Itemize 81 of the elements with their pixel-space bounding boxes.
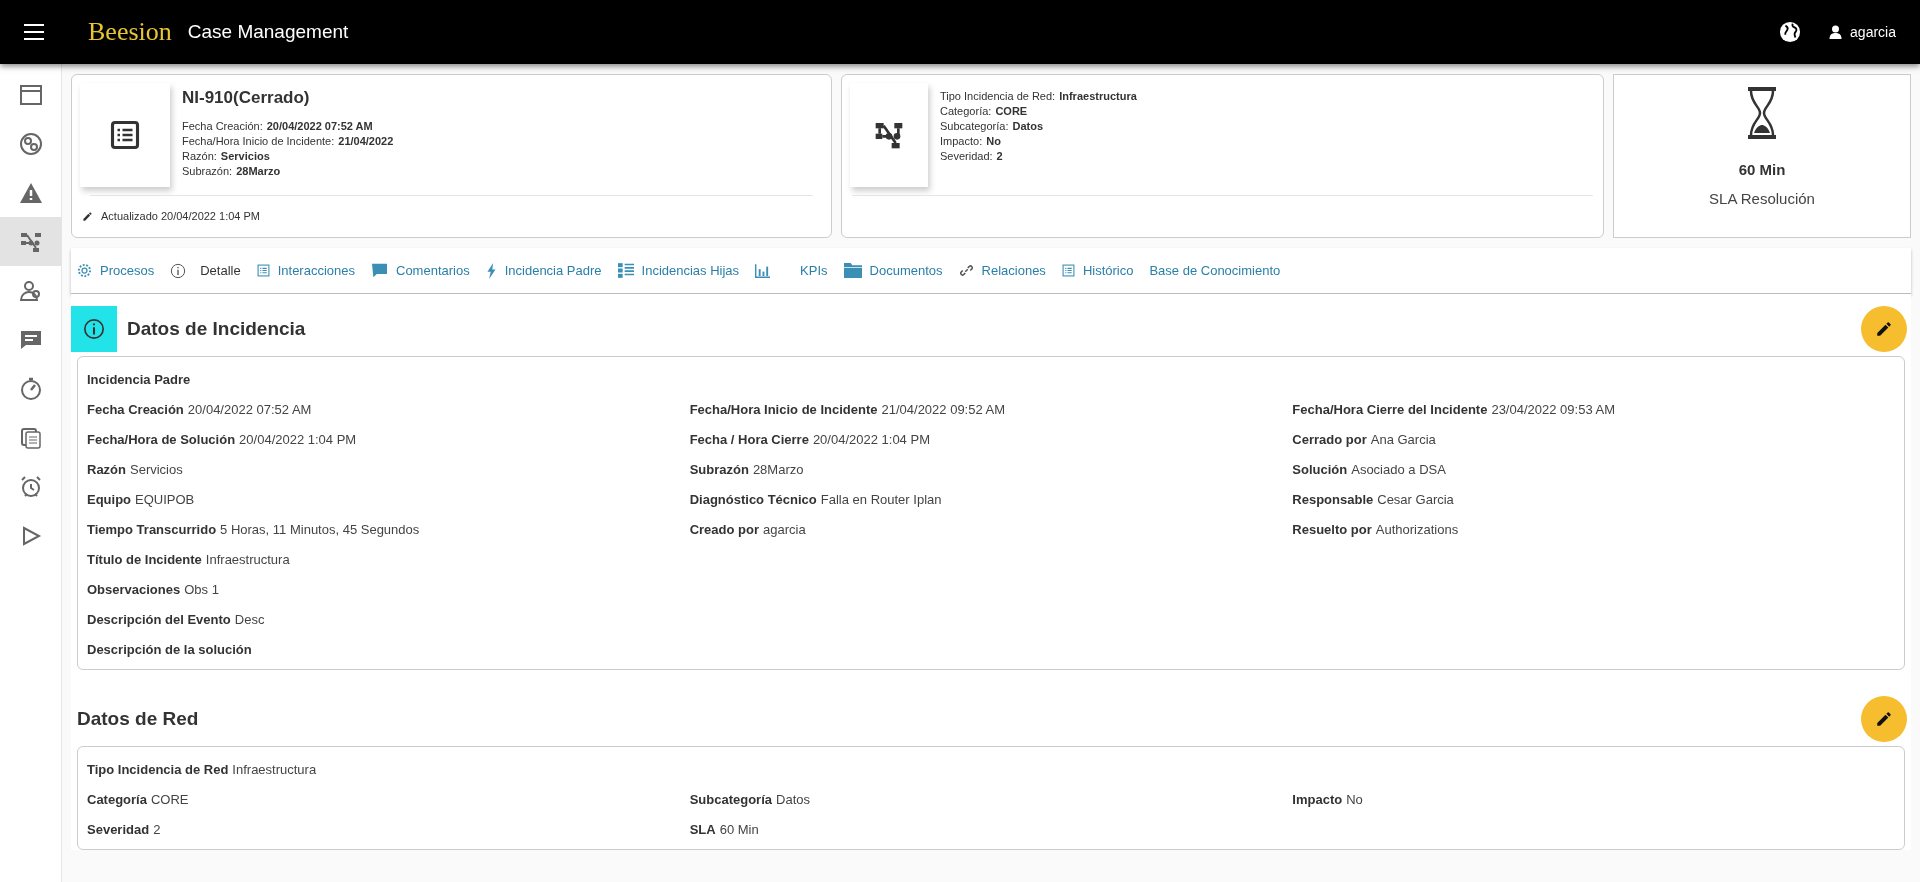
network-field: Impacto: No (940, 134, 1137, 149)
user-icon (1829, 25, 1843, 39)
field: Descripción de la solución (87, 640, 690, 660)
tab[interactable]: Incidencia Padre (504, 260, 602, 281)
tab[interactable]: Incidencias Hijas (641, 260, 740, 281)
pencil-icon (1875, 710, 1893, 728)
timer-icon[interactable] (18, 376, 43, 401)
menu-icon[interactable] (24, 24, 44, 40)
field: Fecha/Hora Inicio de Incidente 21/04/2022 09:52 AM (689, 400, 1293, 420)
field: Creado por agarcia (689, 520, 1293, 540)
field: Solución Asociado a DSA (1292, 460, 1895, 480)
field: Resuelto por Authorizations (1292, 520, 1895, 540)
sla-label: SLA Resolución (1709, 188, 1815, 209)
info-icon (170, 262, 187, 279)
bolt-icon (485, 262, 497, 279)
section-title: Datos de Incidencia (127, 316, 306, 341)
tab[interactable]: Base de Conocimiento (1149, 260, 1281, 281)
pencil-icon (82, 210, 93, 222)
field: Subrazón 28Marzo (689, 460, 1293, 480)
tab[interactable]: Relaciones (981, 260, 1046, 281)
comment-icon (371, 263, 388, 278)
globe-icon[interactable] (1779, 21, 1802, 43)
app-title: Case Management (187, 19, 349, 44)
field: Impacto No (1292, 790, 1895, 810)
edit-button[interactable] (1861, 696, 1907, 742)
gear-icon (77, 263, 92, 278)
tab[interactable]: KPIs (800, 260, 828, 281)
tab[interactable]: Procesos (100, 260, 155, 281)
edit-button[interactable] (1861, 306, 1907, 352)
case-title: NI-910(Cerrado) (182, 87, 311, 109)
sidebar-item[interactable] (0, 217, 61, 266)
field: Título de Incidente Infraestructura (87, 550, 690, 570)
field: SLA 60 Min (689, 820, 1293, 840)
field: Subcategoría Datos (689, 790, 1293, 810)
info-icon (83, 318, 105, 340)
field: Tiempo Transcurrido 5 Horas, 11 Minutos, 45 Segundos (87, 520, 690, 540)
tab[interactable]: Histórico (1082, 260, 1134, 281)
field: Observaciones Obs 1 (87, 580, 690, 600)
pencil-icon (1875, 320, 1893, 338)
field: Responsable Cesar Garcia (1292, 490, 1895, 510)
field: Cerrado por Ana Garcia (1292, 430, 1895, 450)
link-icon (958, 263, 974, 278)
field: Fecha Creación 20/04/2022 07:52 AM (87, 400, 690, 420)
field: Fecha/Hora de Solución 20/04/2022 1:04 PM (87, 430, 690, 450)
section-title: Datos de Red (77, 706, 199, 731)
tab[interactable]: Detalle (200, 260, 241, 281)
hourglass-icon (1748, 87, 1776, 139)
field: Tipo Incidencia de Red Infraestructura (87, 760, 690, 780)
copy-icon[interactable] (18, 425, 43, 450)
tab[interactable]: Interacciones (277, 260, 355, 281)
field: Diagnóstico Técnico Falla en Router Iplan (689, 490, 1293, 510)
case-field: Razón: Servicios (182, 148, 394, 164)
field: Severidad 2 (87, 820, 690, 840)
case-field: Subrazón: 28Marzo (182, 163, 394, 179)
network-field: Tipo Incidencia de Red: Infraestructura (940, 89, 1137, 104)
sla-value: 60 Min (1738, 160, 1786, 180)
field: Incidencia Padre (87, 370, 690, 390)
case-field: Fecha/Hora Inicio de Incidente: 21/04/2022 (182, 133, 394, 149)
field: Categoría CORE (87, 790, 690, 810)
folder-icon (843, 263, 862, 278)
users-icon[interactable] (18, 278, 43, 303)
tab[interactable]: Comentarios (396, 260, 470, 281)
field: Fecha / Hora Cierre 20/04/2022 1:04 PM (689, 430, 1293, 450)
field: Descripción del Evento Desc (87, 610, 690, 630)
username[interactable]: agarcia (1850, 21, 1896, 43)
field: Fecha/Hora Cierre del Incidente 23/04/2022 09:53 AM (1292, 400, 1895, 420)
list-tree-icon (617, 263, 634, 278)
list-icon (110, 120, 140, 150)
list-icon (256, 264, 270, 277)
case-field: Fecha Creación: 20/04/2022 07:52 AM (182, 118, 394, 134)
field: Equipo EQUIPOB (87, 490, 690, 510)
tab[interactable]: Documentos (869, 260, 943, 281)
network-field: Categoría: CORE (940, 104, 1137, 119)
logo: Beesion (88, 19, 172, 45)
updated-timestamp: Actualizado 20/04/2022 1:04 PM (101, 209, 260, 224)
network-field: Severidad: 2 (940, 149, 1137, 164)
bar-chart-icon (755, 263, 771, 278)
field: Razón Servicios (87, 460, 690, 480)
list-icon (1061, 264, 1075, 277)
window-icon[interactable] (18, 82, 43, 107)
network-field: Subcategoría: Datos (940, 119, 1137, 134)
